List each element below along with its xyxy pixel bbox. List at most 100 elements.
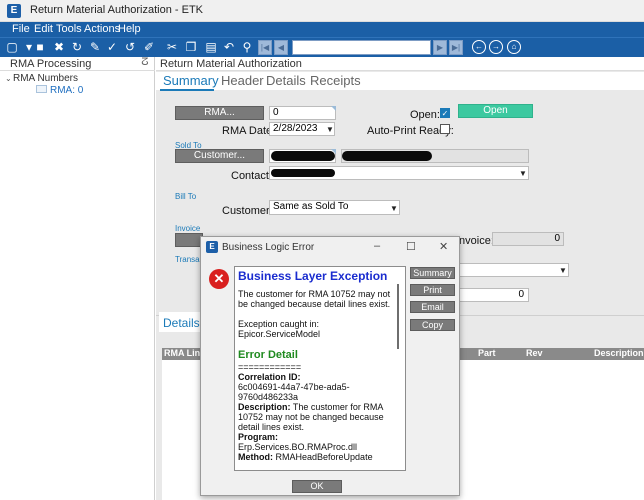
refresh-icon[interactable]: ↻ [70,40,84,54]
tree-panel-header: RMA Processing ⵒ [0,57,155,71]
app-logo-icon: E [7,4,21,18]
search-icon[interactable]: ⚲ [240,40,254,54]
tab-header[interactable]: Header [221,73,264,88]
rma-number-field[interactable]: 0 [269,106,336,120]
bill-to-customer-select[interactable]: Same as Sold To [269,200,400,215]
collapse-icon[interactable]: ⌄ [5,74,12,83]
clear-icon[interactable]: ✓ [105,40,119,54]
close-icon[interactable]: ✕ [439,240,448,253]
exception-source: Epicor.ServiceModel [238,329,321,339]
error-message-box[interactable]: Business Layer Exception The customer fo… [234,266,406,471]
toolbar: ▢ ▾ ■ ✖ ↻ ✎ ✓ ↺ ✐ ✂ ❐ ▤ ↶ ⚲ |◀ ◀ ▶ ▶| ← … [0,37,644,57]
record-navigator-field[interactable] [292,40,431,55]
back-icon[interactable]: ↶ [222,40,236,54]
menu-edit[interactable]: Edit [34,23,53,35]
tab-details[interactable]: Details [266,73,306,88]
email-button[interactable]: Email [410,301,455,313]
cut-icon[interactable]: ✂ [165,40,179,54]
tab-bar: Summary Header Details Receipts [156,72,644,90]
print-button[interactable]: Print [410,284,455,296]
next-record-icon[interactable]: ▶ [433,40,447,55]
error-dialog: E Business Logic Error – ☐ ✕ ✕ Business … [200,236,460,496]
go-back-icon[interactable]: ← [472,40,486,54]
menu-bar: File Edit Tools Actions Help [0,22,644,37]
menu-actions[interactable]: Actions [84,23,120,35]
go-forward-icon[interactable]: → [489,40,503,54]
column-rev[interactable]: Rev [526,348,543,358]
redaction-mark [342,151,432,161]
date-dropdown-icon[interactable]: ▼ [326,125,334,134]
pin-icon[interactable]: ⵒ [141,57,149,68]
summary-button[interactable]: Summary [410,267,455,279]
program-value: Erp.Services.BO.RMAProc.dll [238,442,358,452]
rma-date-label: RMA Date: [222,125,276,137]
paste-icon[interactable]: ▤ [204,40,218,54]
column-rma-line[interactable]: RMA Line [164,348,205,358]
invoice-field: 0 [492,232,564,246]
dialog-title: Business Logic Error [222,242,315,253]
first-record-icon[interactable]: |◀ [258,40,272,55]
tab-receipts[interactable]: Receipts [310,73,361,88]
error-detail-heading: Error Detail [238,349,298,361]
menu-file[interactable]: File [12,23,30,35]
menu-help[interactable]: Help [118,23,141,35]
delete-icon[interactable]: ✖ [52,40,66,54]
column-part[interactable]: Part [478,348,496,358]
new-icon[interactable]: ▢ [5,40,19,54]
last-record-icon[interactable]: ▶| [449,40,463,55]
method-label: Method: [238,452,273,462]
tree-child-node[interactable]: RMA: 0 [50,85,83,96]
open-label: Open: [410,109,440,121]
brush-icon[interactable]: ✐ [142,40,156,54]
copy-icon[interactable]: ❐ [184,40,198,54]
window-title: Return Material Authorization - ETK [30,4,204,16]
customer-button[interactable]: Customer... [175,149,264,163]
ok-button[interactable]: OK [292,480,342,493]
tree-panel: RMA Processing ⵒ ⌄ RMA Numbers RMA: 0 [0,57,155,500]
attach-icon[interactable]: ✎ [88,40,102,54]
contact-dropdown-icon[interactable]: ▼ [519,169,527,178]
error-detail-separator: ============ [238,362,302,372]
invoice-label: Invoice: [456,235,494,247]
menu-tools[interactable]: Tools [56,23,82,35]
tree-panel-title: RMA Processing [10,58,92,70]
open-checkbox[interactable]: ✓ [440,108,450,118]
undo-icon[interactable]: ↺ [123,40,137,54]
tab-summary[interactable]: Summary [163,73,219,88]
page-title: Return Material Authorization [160,58,302,70]
rma-button[interactable]: RMA... [175,106,264,120]
contact-label: Contact: [231,170,272,182]
column-description[interactable]: Description [594,348,644,358]
save-icon[interactable]: ■ [33,40,47,54]
bill-to-dropdown-icon[interactable]: ▼ [390,204,398,213]
field-corner-marker [331,106,336,111]
message-scrollbar[interactable] [397,284,399,349]
method-value: RMAHeadBeforeUpdate [275,452,373,462]
home-icon[interactable]: ⌂ [507,40,521,54]
exception-label: Exception caught in: [238,319,320,329]
main-panel-header: Return Material Authorization [156,57,644,71]
error-heading: Business Layer Exception [238,269,388,283]
prev-record-icon[interactable]: ◀ [274,40,288,55]
invoice-button[interactable] [175,233,203,247]
description-label: Description: [238,402,291,412]
transaction-select[interactable] [456,263,569,277]
transaction-dropdown-icon[interactable]: ▼ [559,266,567,275]
details-tab[interactable]: Details [163,316,200,330]
invoice-group-label: Invoice [175,224,201,233]
copy-button[interactable]: Copy [410,319,455,331]
redaction-mark [271,169,335,177]
extra-value-field[interactable]: 0 [456,288,529,302]
folder-icon [36,85,47,93]
open-button[interactable]: Open [458,104,533,118]
tree-root-node[interactable]: RMA Numbers [13,73,78,84]
redaction-mark [271,151,335,161]
auto-print-checkbox[interactable] [440,124,450,134]
dialog-app-icon: E [206,241,218,253]
bill-to-group-label: Bill To [175,192,197,201]
error-icon: ✕ [209,269,229,289]
maximize-icon[interactable]: ☐ [406,240,416,253]
minimize-icon[interactable]: – [374,240,380,252]
correlation-label: Correlation ID: [238,372,301,382]
title-bar: E Return Material Authorization - ETK [0,0,644,22]
